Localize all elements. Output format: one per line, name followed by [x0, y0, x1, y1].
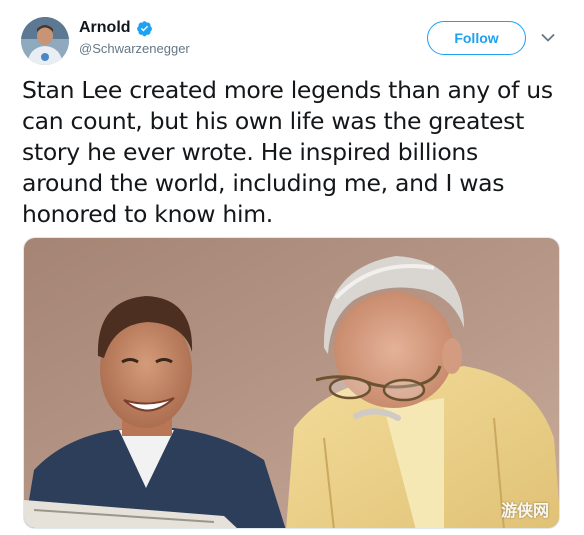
display-name-text[interactable]: Arnold — [79, 17, 131, 39]
user-handle[interactable]: @Schwarzenegger — [79, 40, 190, 58]
tweet-text: Stan Lee created more legends than any o… — [22, 75, 567, 230]
user-info: Arnold @Schwarzenegger — [79, 17, 190, 58]
avatar[interactable] — [21, 17, 69, 65]
tweet-photo[interactable] — [23, 237, 560, 529]
chevron-down-icon[interactable] — [541, 33, 555, 43]
profile-photo-icon — [21, 17, 69, 65]
watermark-text: 游侠网 — [501, 501, 550, 520]
tweet-text-line: story he ever wrote. He inspired billion… — [22, 138, 478, 166]
verified-badge-icon — [136, 20, 152, 36]
tweet-text-line: honored to know him. — [22, 200, 273, 228]
follow-button[interactable]: Follow — [427, 21, 526, 55]
tweet-text-line: around the world, including me, and I wa… — [22, 169, 505, 197]
tweet-text-line: can count, but his own life was the grea… — [22, 107, 524, 135]
display-name[interactable]: Arnold — [79, 17, 190, 39]
photo-image — [24, 238, 559, 528]
watermark: 游侠网 — [501, 497, 549, 521]
tweet-card: Arnold @Schwarzenegger Follow Stan Lee c… — [0, 0, 584, 535]
tweet-text-line: Stan Lee created more legends than any o… — [22, 76, 553, 104]
